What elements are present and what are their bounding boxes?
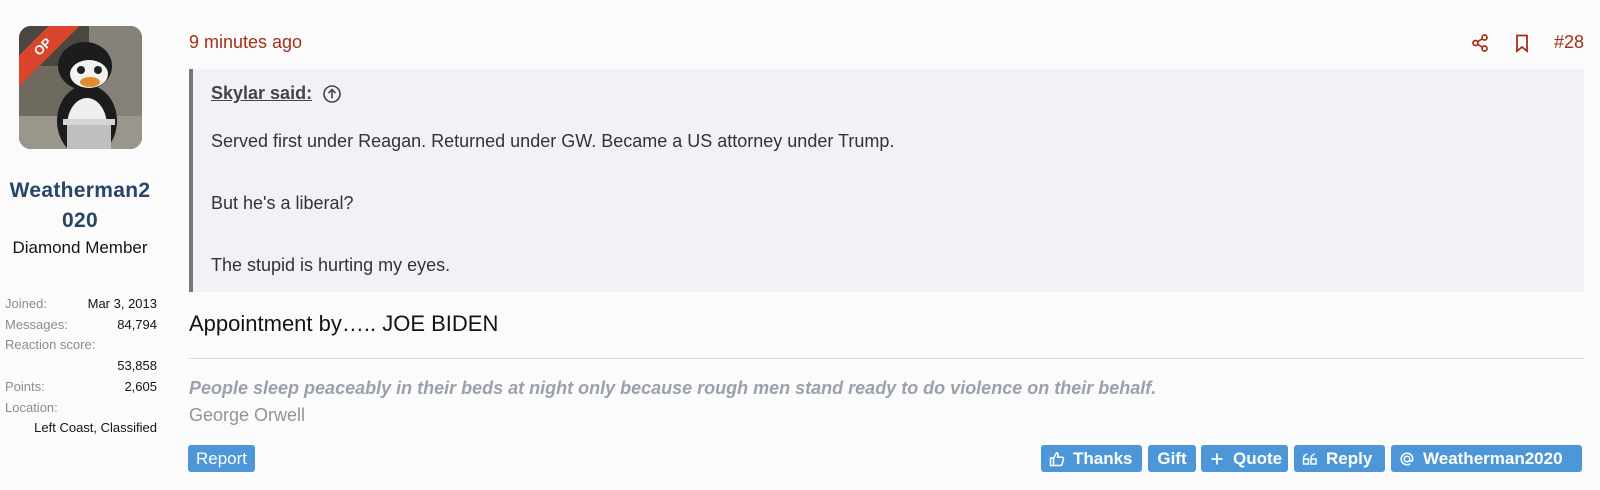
avatar[interactable]: OP (19, 26, 142, 149)
thanks-label: Thanks (1073, 448, 1133, 468)
stat-location-value-row: Left Coast, Classified (5, 418, 157, 439)
reply-label: Reply (1326, 448, 1373, 468)
quote-line: The stupid is hurting my eyes. (211, 255, 451, 275)
stat-joined: Joined: Mar 3, 2013 (5, 294, 157, 315)
username[interactable]: Weatherman2 020 (0, 176, 160, 236)
user-title: Diamond Member (12, 238, 148, 257)
stat-reaction-label-row: Reaction score: (5, 335, 157, 356)
post-body: Appointment by….. JOE BIDEN (189, 311, 499, 336)
quote-button[interactable]: Quote (1201, 445, 1288, 472)
stat-value[interactable]: Left Coast, Classified (5, 418, 157, 439)
mention-button[interactable]: Weatherman2020 (1391, 445, 1582, 472)
stat-value[interactable]: 84,794 (117, 315, 157, 336)
post-header: 9 minutes ago #28 (189, 32, 1584, 56)
gift-button[interactable]: Gift (1148, 445, 1196, 472)
stat-points: Points: 2,605 (5, 377, 157, 398)
mention-label: Weatherman2020 (1423, 448, 1563, 468)
thanks-button[interactable]: Thanks (1041, 445, 1142, 472)
gift-label: Gift (1157, 448, 1187, 468)
bookmark-icon[interactable] (1512, 33, 1532, 53)
signature-author: George Orwell (189, 405, 306, 425)
stat-location-label-row: Location: (5, 398, 157, 419)
report-button[interactable]: Report (188, 445, 256, 472)
post-header-actions: #28 (1470, 32, 1584, 53)
stat-reaction-value-row: 53,858 (5, 356, 157, 377)
stat-value[interactable]: 2,605 (124, 377, 157, 398)
signature-quote: People sleep peaceably in their beds at … (189, 378, 1157, 398)
stat-value: Mar 3, 2013 (87, 296, 157, 311)
quote-line: Served first under Reagan. Returned unde… (211, 131, 895, 151)
plus-icon (1209, 451, 1225, 467)
user-info-panel: OP Weatherman2 020 Diamond Member Joined… (0, 0, 160, 490)
signature-divider (189, 358, 1584, 359)
quote-icon (1302, 451, 1318, 467)
username-line-1: Weatherman2 (9, 179, 151, 202)
username-line-2: 020 (62, 209, 98, 232)
stat-label: Location: (5, 399, 58, 415)
share-icon[interactable] (1470, 33, 1490, 53)
user-stats: Joined: Mar 3, 2013 Messages: 84,794 Rea… (5, 294, 157, 439)
reply-button[interactable]: Reply (1294, 445, 1385, 472)
stat-label: Points: (5, 378, 45, 394)
stat-label: Messages: (5, 316, 68, 332)
post-timestamp[interactable]: 9 minutes ago (189, 32, 302, 53)
stat-value: 53,858 (117, 358, 157, 374)
stat-label: Reaction score: (5, 337, 96, 353)
stat-label: Joined: (5, 296, 47, 311)
quote-author-link[interactable]: Skylar said: (211, 83, 342, 104)
quote-label: Quote (1233, 448, 1283, 468)
thumbs-up-icon (1049, 451, 1065, 467)
at-icon (1399, 451, 1415, 467)
quote-author: Skylar said: (211, 83, 313, 103)
post-number[interactable]: #28 (1554, 32, 1584, 53)
quote-line: But he's a liberal? (211, 193, 354, 213)
report-label: Report (196, 448, 248, 468)
stat-messages: Messages: 84,794 (5, 315, 157, 336)
arrow-up-circle-icon[interactable] (322, 84, 342, 104)
